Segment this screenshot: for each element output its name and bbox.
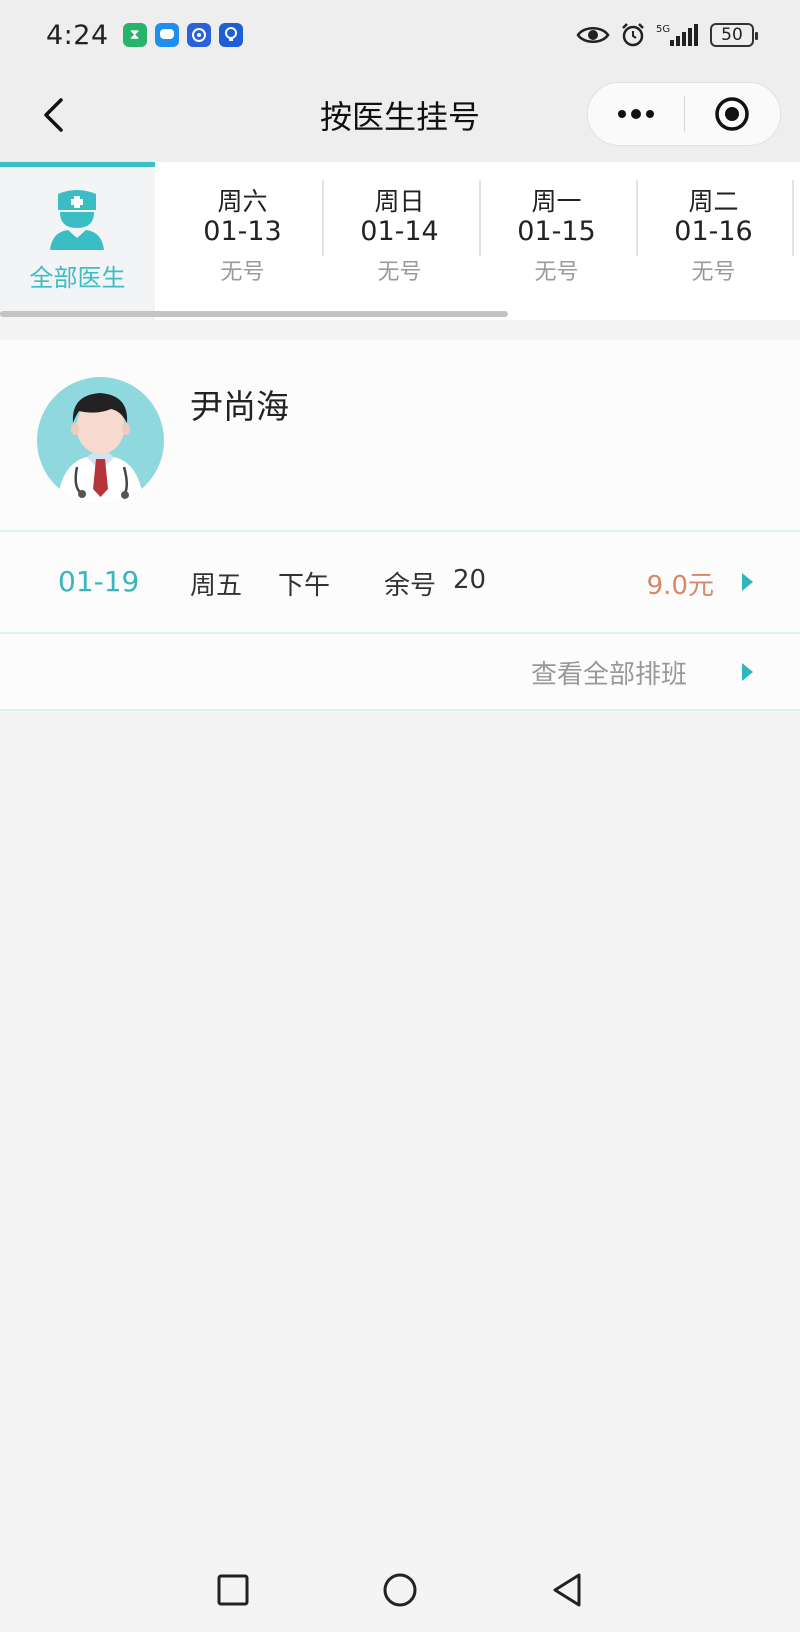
status-right: 5G 50	[576, 22, 758, 48]
date-tab-date: 01-16	[674, 216, 753, 247]
hourglass-icon: ⧗	[122, 23, 147, 47]
date-tab-3[interactable]: 周一 01-15 无号	[478, 162, 635, 310]
schedule-slot-row[interactable]: 01-19 周五 下午 余号 20 9.0元	[0, 532, 800, 632]
all-doctors-label: 全部医生	[29, 264, 126, 292]
signal-icon: 5G	[656, 22, 700, 48]
doctor-name: 尹尚海	[190, 387, 289, 426]
system-navigation-bar	[0, 1546, 800, 1632]
date-tab-1[interactable]: 周六 01-13 无号	[164, 162, 321, 310]
date-tab-weekday: 周一	[531, 187, 582, 216]
slot-date: 01-19	[58, 565, 140, 598]
status-app-icons: ⧗	[122, 23, 243, 47]
date-strip-scrollbar[interactable]	[0, 311, 508, 317]
system-back-button[interactable]	[537, 1560, 597, 1620]
date-tab-4[interactable]: 周二 01-16 无号	[635, 162, 792, 310]
date-selector[interactable]: 全部医生 周六 01-13 无号 周日 01-14 无号 周一 01-15 无号…	[0, 162, 800, 320]
slot-price: 9.0元	[646, 571, 714, 601]
date-tab-2[interactable]: 周日 01-14 无号	[321, 162, 478, 310]
home-button[interactable]	[370, 1560, 430, 1620]
slot-remaining-count: 20	[453, 565, 487, 595]
doctor-card: 尹尚海 01-19 周五 下午 余号 20 9.0元 查看全部排班	[0, 340, 800, 711]
date-tab-weekday: 周六	[217, 187, 268, 216]
tab-all-doctors[interactable]: 全部医生	[0, 162, 155, 320]
view-all-schedule-label: 查看全部排班	[530, 660, 687, 690]
battery-indicator: 50	[710, 23, 758, 47]
caret-right-icon	[742, 663, 753, 681]
date-tab-availability: 无号	[691, 260, 736, 285]
date-tab-weekday: 周日	[374, 187, 425, 216]
date-tab-divider	[792, 180, 794, 256]
eye-icon	[576, 24, 610, 46]
status-bar: 4:24 ⧗ 5G 50	[0, 0, 800, 70]
square-icon	[217, 1574, 249, 1606]
doctor-avatar	[37, 377, 164, 504]
more-dots-icon	[617, 109, 654, 119]
blue-app-icon	[186, 23, 211, 47]
view-all-schedule-button[interactable]: 查看全部排班	[0, 634, 800, 710]
circle-icon	[383, 1573, 417, 1607]
date-tab-date: 01-15	[517, 216, 596, 247]
slot-weekday: 周五	[190, 571, 243, 601]
status-time: 4:24	[46, 19, 109, 51]
triangle-back-icon	[553, 1573, 581, 1607]
date-tab-availability: 无号	[377, 260, 422, 285]
close-mini-program-button[interactable]	[685, 82, 781, 146]
date-tab-weekday: 周二	[688, 187, 739, 216]
svg-text:5G: 5G	[656, 24, 670, 35]
target-icon	[715, 97, 749, 131]
mini-program-capsule	[587, 82, 781, 146]
doctor-icon	[50, 190, 104, 250]
slot-period: 下午	[278, 571, 331, 601]
bulb-icon	[218, 23, 243, 47]
divider	[0, 709, 800, 711]
date-tab-date: 01-14	[360, 216, 439, 247]
doctor-info[interactable]: 尹尚海	[0, 340, 800, 530]
nav-bar: 按医生挂号	[0, 70, 800, 162]
date-tab-availability: 无号	[220, 260, 265, 285]
alarm-icon	[620, 22, 646, 48]
date-tab-availability: 无号	[534, 260, 579, 285]
recent-apps-button[interactable]	[203, 1560, 263, 1620]
slot-remaining-label: 余号	[384, 571, 437, 601]
more-button[interactable]	[588, 82, 684, 146]
message-icon	[154, 23, 179, 47]
date-tab-date: 01-13	[203, 216, 282, 247]
caret-right-icon	[742, 573, 753, 591]
active-tab-indicator	[0, 162, 155, 167]
